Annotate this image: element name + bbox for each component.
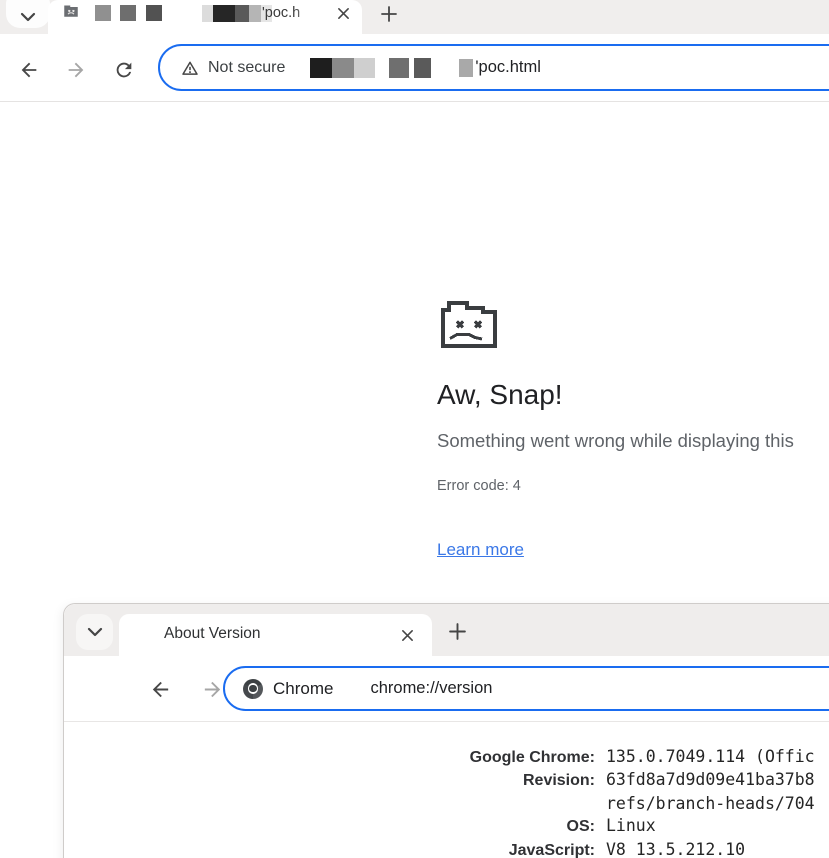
redacted-block (120, 5, 136, 21)
version-value: V8 13.5.212.10 (606, 839, 745, 858)
tab-title: 'poc.h (262, 5, 320, 21)
version-label: Google Chrome: (64, 747, 595, 769)
version-row: Google Chrome: 135.0.7049.114 (Offic (64, 746, 829, 769)
version-label: Revision: (64, 770, 595, 792)
not-secure-warning-icon (180, 58, 200, 78)
version-value: 135.0.7049.114 (Offic (606, 746, 815, 768)
version-label: OS: (64, 816, 595, 838)
version-row: refs/branch-heads/704 (64, 793, 829, 815)
new-tab-button[interactable] (376, 1, 402, 27)
back-button[interactable] (148, 677, 172, 701)
version-label: JavaScript: (64, 840, 595, 858)
forward-button[interactable] (64, 58, 88, 82)
tab-close-icon[interactable] (334, 4, 352, 22)
new-tab-button[interactable] (444, 618, 470, 644)
error-description: Something went wrong while displaying th… (437, 430, 794, 452)
version-value: 63fd8a7d9d09e41ba37b8 (606, 769, 815, 791)
error-title: Aw, Snap! (437, 379, 563, 411)
error-code: Error code: 4 (437, 478, 521, 494)
sad-folder-icon (437, 295, 501, 352)
tab-title: About Version (164, 625, 261, 643)
chevron-down-icon (87, 627, 103, 637)
version-info-page: Google Chrome: 135.0.7049.114 (Offic Rev… (64, 722, 829, 858)
chevron-down-icon (20, 12, 36, 22)
address-bar[interactable]: Chrome chrome://version (223, 666, 829, 711)
redacted-block (459, 59, 473, 77)
tab-about-version[interactable]: About Version (119, 614, 432, 656)
address-bar[interactable]: Not secure 'poc.html (158, 44, 829, 91)
url-text: chrome://version (370, 679, 492, 698)
back-button[interactable] (17, 58, 41, 82)
version-row: OS: Linux (64, 815, 829, 838)
tab-strip: 'poc.h (0, 0, 829, 34)
forward-button[interactable] (200, 677, 224, 701)
tab-strip: About Version (64, 604, 829, 656)
version-value: Linux (606, 815, 656, 837)
sad-tab-crashed-icon (62, 1, 80, 19)
browser-toolbar: Not secure 'poc.html (0, 34, 829, 101)
tab-poc-html[interactable]: 'poc.h (48, 0, 362, 34)
redacted-block (146, 5, 162, 21)
tab-close-icon[interactable] (398, 626, 416, 644)
redacted-block (95, 5, 111, 21)
browser-toolbar: Chrome chrome://version (64, 656, 829, 721)
tab-search-button[interactable] (76, 614, 113, 650)
redacted-block (332, 58, 354, 78)
redacted-block (310, 58, 332, 78)
redacted-block (354, 58, 375, 78)
redacted-block (414, 58, 431, 78)
not-secure-label: Not secure (208, 59, 285, 77)
version-row: Revision: 63fd8a7d9d09e41ba37b8 (64, 769, 829, 792)
chrome-mono-icon (243, 679, 263, 699)
redacted-block (389, 58, 409, 78)
learn-more-link[interactable]: Learn more (437, 540, 524, 560)
about-version-window: About Version Chrome chrome://version Go… (63, 603, 829, 858)
tab-search-button[interactable] (6, 0, 50, 28)
version-value: refs/branch-heads/704 (606, 793, 815, 815)
reload-button[interactable] (112, 58, 136, 82)
chrome-chip-label: Chrome (273, 679, 333, 699)
version-row: JavaScript: V8 13.5.212.10 (64, 839, 829, 858)
url-text: 'poc.html (475, 58, 541, 77)
